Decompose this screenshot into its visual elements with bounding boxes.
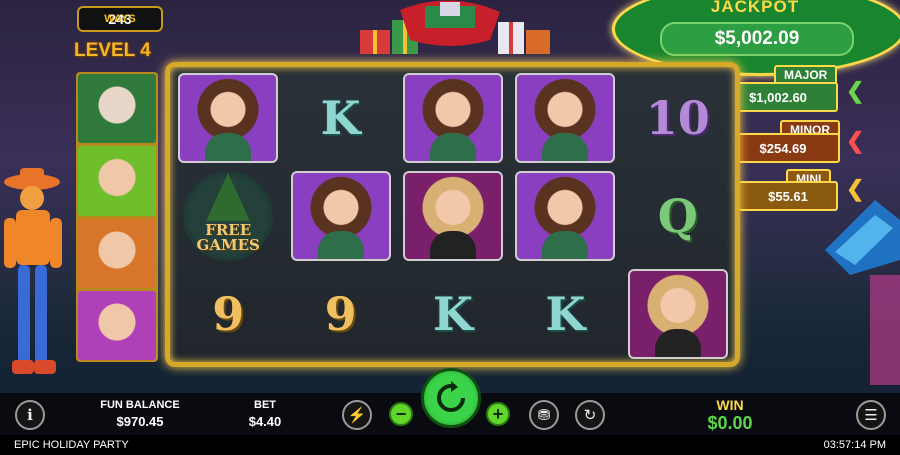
card-symbol-q: Q [657, 189, 698, 243]
portrait-redhead [78, 218, 156, 288]
brunette-symbol [290, 171, 391, 261]
menu-button[interactable]: ☰ [856, 400, 886, 430]
card-symbol-9: 9 [212, 287, 245, 341]
reel-cell [510, 168, 620, 264]
card-symbol-10: 10 [645, 91, 710, 145]
win-label: WIN [716, 397, 744, 413]
fun-balance-label: FUN BALANCE [100, 399, 180, 411]
card-symbol-k: K [433, 287, 473, 341]
reel-cell: FREE GAMES [173, 168, 283, 264]
portrait-elf [78, 146, 156, 216]
spin-button[interactable] [421, 368, 481, 428]
neon-sign-right [825, 200, 900, 385]
reel-cell: Q [623, 168, 733, 264]
lightning-icon: ⚡ [347, 407, 367, 424]
reel-cell [398, 70, 508, 166]
status-bar: EPIC HOLIDAY PARTY 03:57:14 PM [0, 435, 900, 455]
reel-cell: 10 [623, 70, 733, 166]
reel-cell: K [285, 70, 395, 166]
brunette-symbol [402, 73, 503, 163]
win-value: $0.00 [707, 413, 753, 433]
coin-stack-icon: ⛃ [537, 407, 551, 424]
reel-cell: K [398, 266, 508, 362]
info-icon: i [27, 406, 33, 424]
autoplay-icon: ↻ [583, 407, 597, 424]
minus-icon: − [395, 403, 407, 424]
brunette-symbol [178, 73, 279, 163]
brunette-symbol [515, 73, 616, 163]
chevron-left-icon: ❮ [846, 128, 865, 153]
free-games-line2: GAMES [196, 236, 260, 254]
bet-decrease-button[interactable]: − [389, 402, 413, 426]
game-title: EPIC HOLIDAY PARTY [14, 439, 129, 451]
bet-label: BET [254, 399, 276, 411]
autoplay-button[interactable]: ↻ [575, 400, 605, 430]
reel-cell: 9 [285, 266, 395, 362]
gift-sleigh-decoration [360, 0, 550, 54]
reel-cell: 9 [173, 266, 283, 362]
coins-button[interactable]: ⛃ [529, 400, 559, 430]
info-button[interactable]: i [15, 400, 45, 430]
minor-value: $254.69 [726, 133, 840, 163]
ways-label: WAYS [104, 13, 136, 25]
hamburger-icon: ☰ [864, 407, 878, 424]
mini-value: $55.61 [738, 181, 838, 211]
reel-grid: K 10 FREE GAMES Q 9 9 K K [173, 70, 733, 362]
card-symbol-9: 9 [324, 287, 357, 341]
blonde-symbol [402, 171, 503, 261]
jackpot-value: $5,002.09 [660, 22, 854, 56]
turbo-button[interactable]: ⚡ [342, 400, 372, 430]
jackpot-title: JACKPOT [710, 0, 800, 16]
card-symbol-k: K [320, 91, 361, 145]
bet-value: $4.40 [248, 414, 282, 429]
clock: 03:57:14 PM [823, 439, 886, 451]
ways-badge: 243 WAYS [77, 6, 163, 32]
free-games-symbol: FREE GAMES [183, 171, 274, 261]
reel-cell [510, 70, 620, 166]
reel-cell [398, 168, 508, 264]
chevron-left-icon: ❮ [846, 78, 865, 103]
chevron-left-icon: ❮ [846, 176, 865, 201]
blonde-symbol [627, 269, 728, 359]
plus-icon: + [492, 403, 504, 424]
reel-cell [285, 168, 395, 264]
character-portraits [76, 72, 158, 362]
portrait-blonde [78, 290, 156, 360]
brunette-symbol [515, 171, 616, 261]
tree-icon [206, 173, 251, 221]
reel-cell: K [510, 266, 620, 362]
refresh-icon [437, 381, 465, 412]
reel-cell [623, 266, 733, 362]
cowboy-neon-sign [4, 168, 62, 374]
bet-increase-button[interactable]: + [486, 402, 510, 426]
fun-balance-value: $970.45 [116, 414, 164, 429]
level-indicator: LEVEL 4 [74, 40, 151, 61]
reel-cell [173, 70, 283, 166]
portrait-santa [78, 74, 156, 144]
card-symbol-k: K [545, 287, 586, 341]
